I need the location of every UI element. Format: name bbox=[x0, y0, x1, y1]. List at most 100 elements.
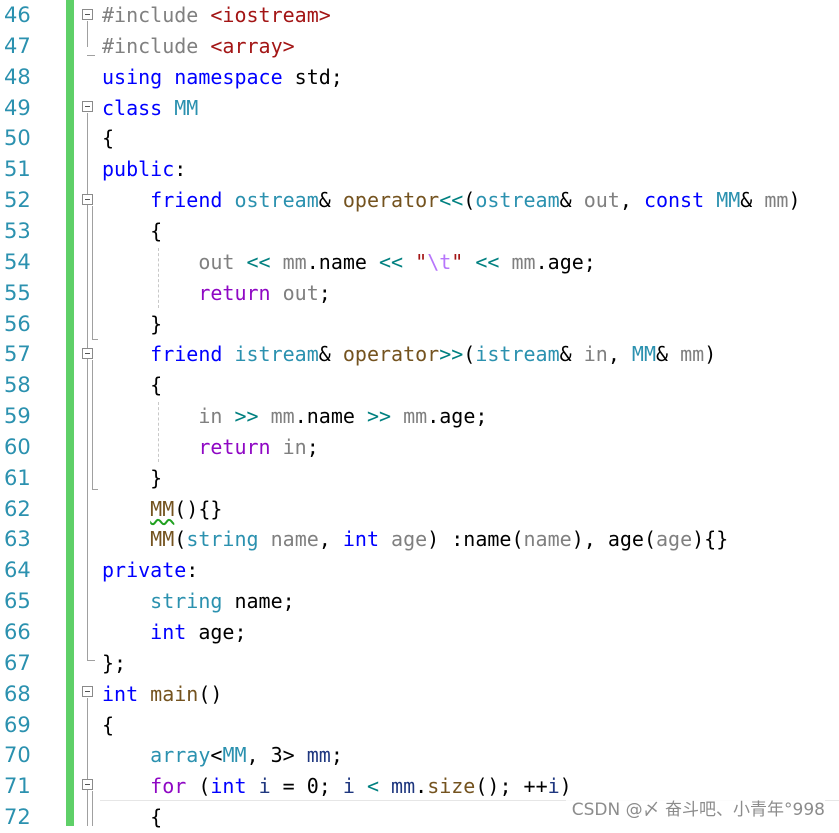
code-token: ( bbox=[511, 527, 524, 552]
code-line[interactable]: } bbox=[102, 309, 162, 340]
code-line[interactable]: { bbox=[102, 710, 114, 741]
code-token: ( bbox=[174, 527, 187, 552]
code-token: age bbox=[547, 249, 584, 274]
code-token: \t bbox=[427, 249, 452, 274]
code-token: for bbox=[150, 774, 187, 799]
code-token: . bbox=[306, 249, 319, 274]
code-token: out bbox=[198, 249, 235, 274]
code-line[interactable]: friend istream& operator>>(istream& in, … bbox=[102, 339, 716, 370]
line-number: 49 bbox=[4, 95, 31, 120]
code-line[interactable]: { bbox=[102, 370, 162, 401]
code-token: , bbox=[318, 527, 343, 552]
line-number: 62 bbox=[4, 496, 31, 521]
line-number: 47 bbox=[4, 33, 31, 58]
line-number: 60 bbox=[4, 434, 31, 459]
collapse-icon[interactable] bbox=[82, 686, 93, 697]
code-token: ; bbox=[475, 404, 488, 429]
code-line[interactable]: out << mm.name << "\t" << mm.age; bbox=[102, 247, 596, 278]
code-line[interactable]: private: bbox=[102, 555, 198, 586]
code-token: < bbox=[210, 743, 223, 768]
code-token: ){} bbox=[692, 527, 729, 552]
code-line[interactable]: #include <array> bbox=[102, 31, 295, 62]
line-number: 70 bbox=[4, 743, 31, 768]
outline-line bbox=[87, 55, 95, 56]
outline-line bbox=[87, 660, 95, 661]
code-line[interactable]: MM(string name, int age) :name(name), ag… bbox=[102, 524, 728, 555]
code-token: out bbox=[583, 188, 620, 213]
code-token: return bbox=[198, 434, 271, 459]
code-token: " bbox=[415, 249, 428, 274]
line-number: 61 bbox=[4, 465, 31, 490]
code-token: name bbox=[306, 404, 355, 429]
code-token: ; bbox=[330, 743, 343, 768]
code-token: mm bbox=[403, 404, 428, 429]
code-line[interactable]: return in; bbox=[102, 432, 318, 463]
code-line[interactable]: array<MM, 3> mm; bbox=[102, 740, 343, 771]
code-line[interactable]: #include <iostream> bbox=[102, 0, 331, 31]
code-token: { bbox=[102, 126, 115, 151]
code-line[interactable]: using namespace std; bbox=[102, 62, 343, 93]
outline-line bbox=[92, 206, 93, 340]
code-token: >> bbox=[439, 342, 464, 367]
code-editor[interactable]: 46 #include <iostream> 47 #include <array> 4… bbox=[0, 0, 839, 829]
code-line[interactable]: MM(){} bbox=[102, 494, 222, 525]
code-token: } bbox=[102, 465, 163, 490]
code-line[interactable]: in >> mm.name >> mm.age; bbox=[102, 401, 487, 432]
code-token: & bbox=[559, 342, 584, 367]
outline-line bbox=[87, 21, 88, 47]
code-token: age bbox=[655, 527, 693, 552]
collapse-icon[interactable] bbox=[82, 101, 93, 112]
code-token: name bbox=[318, 249, 367, 274]
code-token: ) bbox=[788, 188, 801, 213]
code-token: : bbox=[186, 558, 199, 583]
code-token: << bbox=[246, 249, 271, 274]
code-token: MM bbox=[222, 743, 247, 768]
code-token: << bbox=[439, 188, 464, 213]
code-token: ostream bbox=[475, 188, 560, 213]
collapse-icon[interactable] bbox=[82, 348, 93, 359]
code-line[interactable]: { bbox=[102, 123, 114, 154]
code-token: MM bbox=[150, 496, 175, 521]
code-line[interactable]: for (int i = 0; i < mm.size(); ++i) bbox=[102, 771, 572, 802]
code-line[interactable]: friend ostream& operator<<(ostream& out,… bbox=[102, 185, 801, 216]
code-token: int bbox=[150, 620, 187, 644]
code-token: ( bbox=[463, 188, 476, 213]
code-line[interactable]: public: bbox=[102, 154, 186, 185]
code-line[interactable]: string name; bbox=[102, 586, 295, 617]
code-line[interactable]: { bbox=[102, 216, 162, 247]
code-token: . bbox=[415, 774, 428, 799]
code-token: << bbox=[379, 249, 404, 274]
code-line[interactable]: int main() bbox=[102, 679, 222, 710]
code-token: i bbox=[342, 774, 355, 799]
code-token: friend bbox=[150, 188, 223, 213]
code-token: ; bbox=[282, 589, 295, 614]
code-line[interactable]: class MM bbox=[102, 93, 198, 124]
code-token: " bbox=[451, 249, 464, 274]
code-line[interactable]: return out; bbox=[102, 278, 330, 309]
code-line[interactable]: }; bbox=[102, 648, 126, 679]
code-token: ( bbox=[186, 774, 211, 799]
code-line[interactable]: int age; bbox=[102, 617, 246, 648]
code-line[interactable]: } bbox=[102, 463, 162, 494]
collapse-icon[interactable] bbox=[82, 779, 93, 790]
collapse-icon[interactable] bbox=[82, 194, 93, 205]
code-token: { bbox=[102, 712, 115, 737]
line-number: 52 bbox=[4, 188, 31, 213]
code-line[interactable]: { bbox=[102, 802, 162, 833]
collapse-icon[interactable] bbox=[82, 9, 93, 20]
